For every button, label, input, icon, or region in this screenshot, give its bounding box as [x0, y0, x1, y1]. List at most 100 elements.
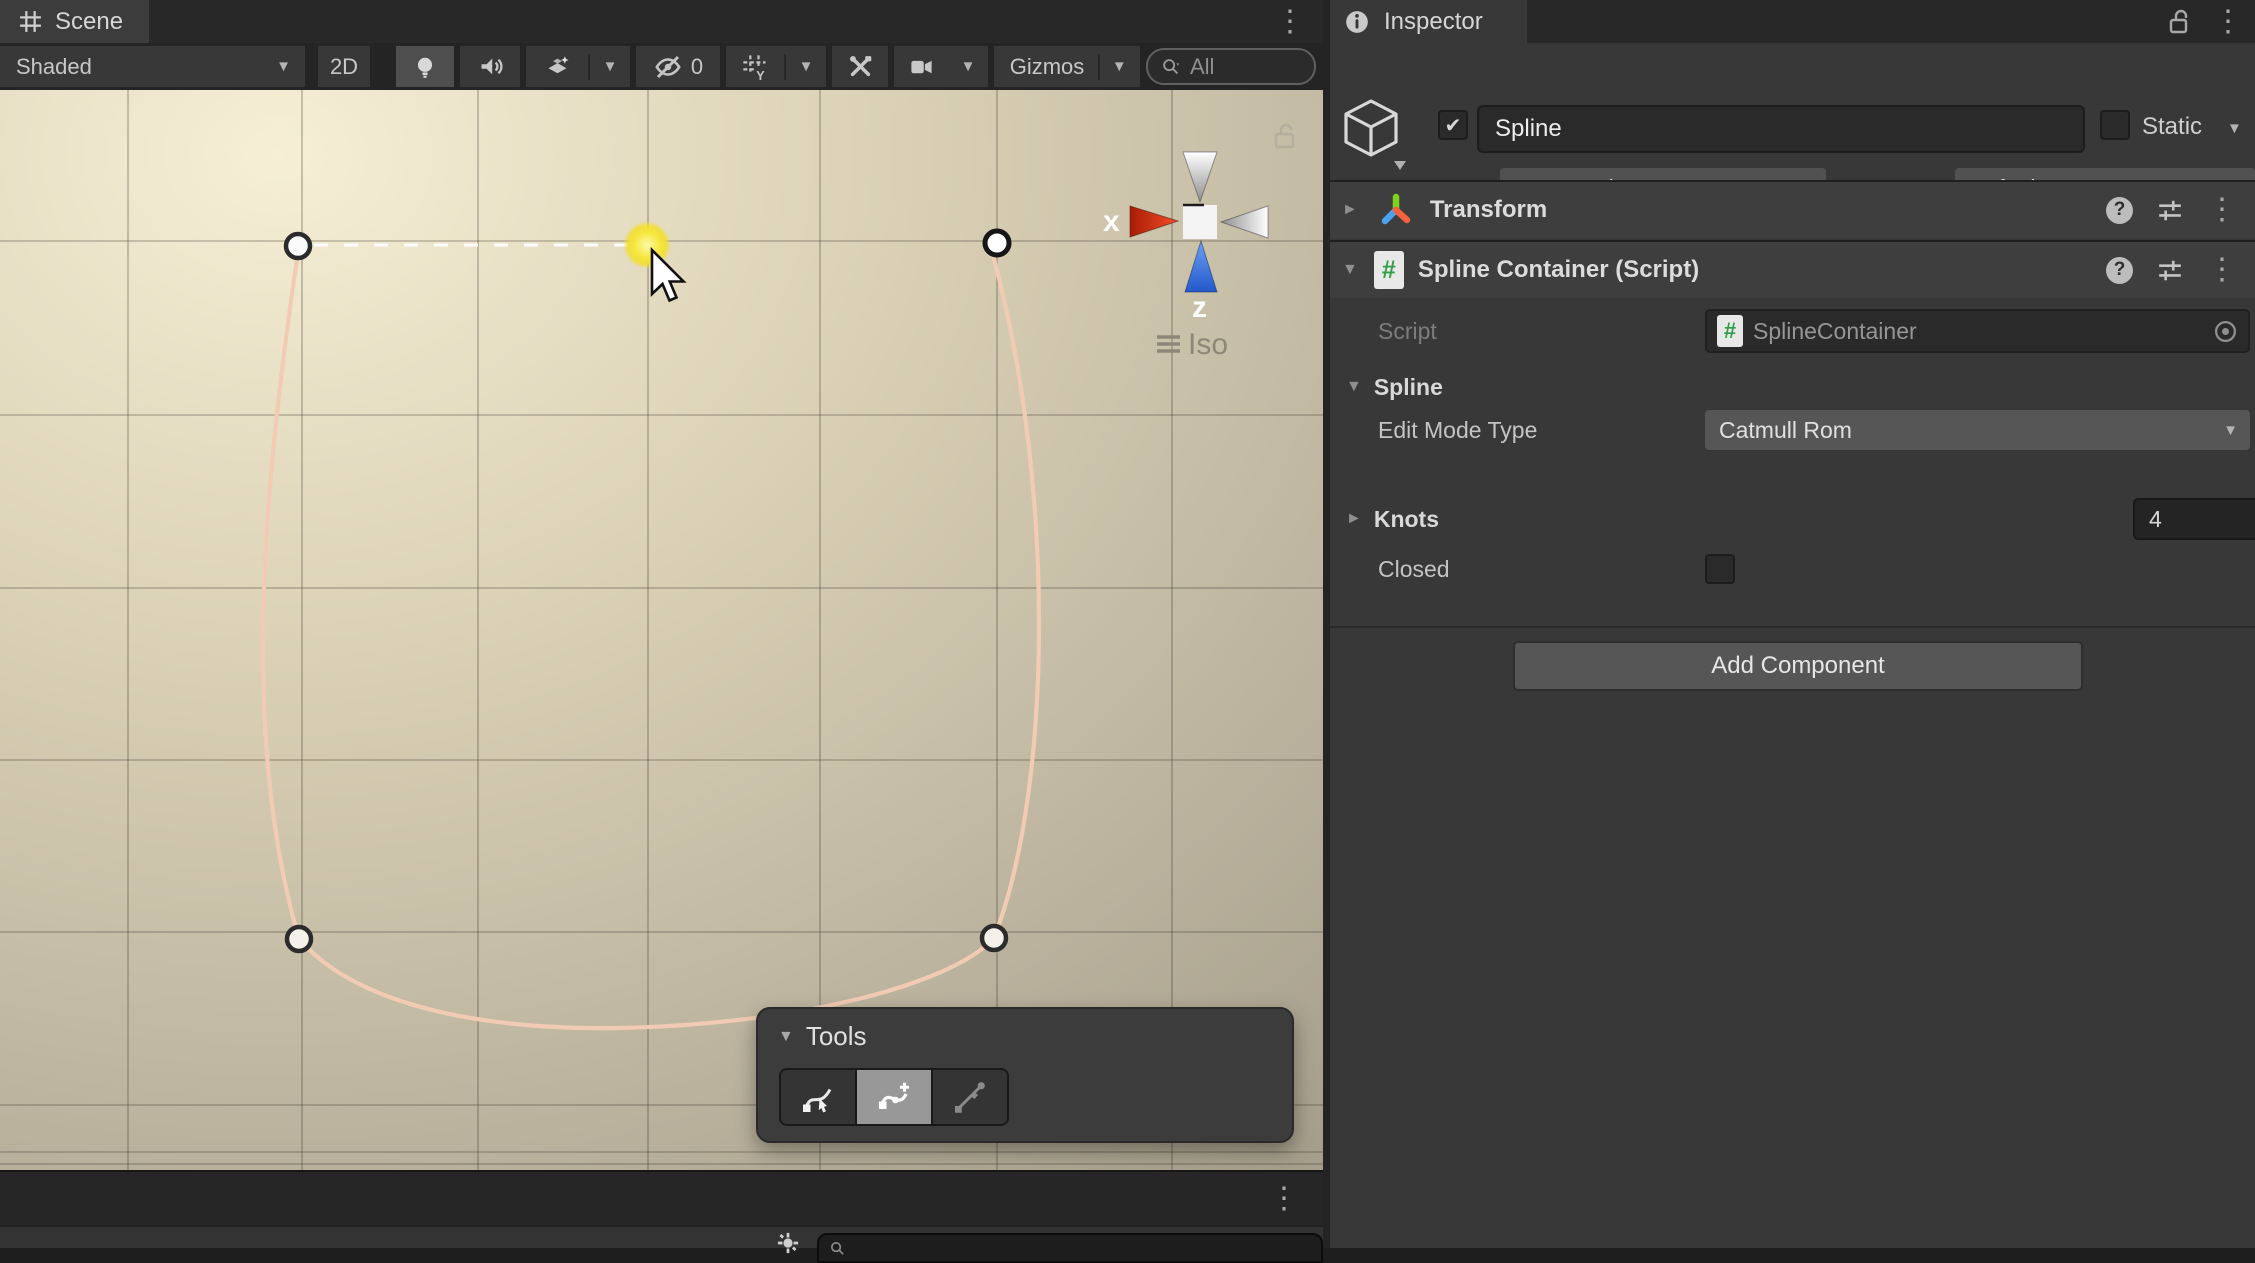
- kebab-menu-icon[interactable]: ⋮: [2213, 7, 2243, 37]
- closed-row: Closed: [1330, 549, 2255, 589]
- tangent-tool-icon: [952, 1079, 988, 1115]
- foldout-triangle[interactable]: ►: [1346, 511, 1362, 527]
- cube-icon[interactable]: [1338, 95, 1408, 175]
- edit-mode-label: Edit Mode Type: [1378, 417, 1537, 444]
- closed-checkbox[interactable]: [1705, 554, 1735, 584]
- grid-icon: [18, 9, 43, 34]
- foldout-triangle[interactable]: ▼: [1346, 379, 1362, 395]
- knots-count-field[interactable]: 4: [2133, 498, 2255, 540]
- script-row: Script # SplineContainer: [1330, 306, 2255, 356]
- transform-component-header[interactable]: ► Transform ? ⋮: [1330, 180, 2255, 238]
- svg-text:Y: Y: [756, 67, 765, 80]
- help-icon[interactable]: ?: [2106, 257, 2133, 284]
- preset-icon[interactable]: [2157, 257, 2183, 283]
- spline-knot[interactable]: [985, 231, 1009, 255]
- kebab-menu-icon[interactable]: ⋮: [1275, 7, 1305, 37]
- inspector-tab-bar: Inspector ⋮: [1330, 0, 2255, 43]
- gizmos-label: Gizmos: [996, 54, 1099, 80]
- spline-container-component-header[interactable]: ▼ # Spline Container (Script) ? ⋮: [1330, 240, 2255, 298]
- chevron-down-icon: ▼: [961, 59, 976, 74]
- scene-toolbar: Shaded ▼ 2D: [0, 43, 1323, 90]
- gear-icon[interactable]: [777, 1232, 799, 1254]
- section-divider: [1330, 626, 2255, 628]
- object-picker-icon[interactable]: [2213, 319, 2238, 344]
- scene-tab-label: Scene: [55, 8, 123, 36]
- grid-snap-dropdown-button[interactable]: Y ▼: [726, 46, 826, 87]
- inspector-panel: Inspector ⋮ Static ▼ Tag Untagged ▼ Laye…: [1330, 0, 2255, 1248]
- gameobject-name-input[interactable]: [1477, 105, 2085, 153]
- lighting-toggle-button[interactable]: [396, 46, 454, 87]
- search-icon: [1160, 56, 1182, 78]
- kebab-menu-icon[interactable]: ⋮: [1269, 1184, 1299, 1214]
- edit-mode-value: Catmull Rom: [1719, 417, 1852, 444]
- spline-knot[interactable]: [287, 927, 311, 951]
- panel-divider[interactable]: [1323, 0, 1330, 1248]
- shading-mode-dropdown[interactable]: Shaded ▼: [0, 46, 305, 87]
- chevron-down-icon: ▼: [603, 59, 618, 74]
- knot-move-tool-icon: [800, 1079, 836, 1115]
- bulb-icon: [412, 54, 438, 80]
- spline-foldout-row[interactable]: ▼ Spline: [1330, 368, 2255, 406]
- bottom-panel-toolbar: [0, 1225, 1323, 1248]
- spline-foldout-label: Spline: [1374, 374, 1443, 401]
- script-label: Script: [1378, 318, 1437, 345]
- 2d-label: 2D: [330, 54, 358, 80]
- tab-inspector[interactable]: Inspector: [1330, 0, 1527, 43]
- tab-scene[interactable]: Scene: [0, 0, 149, 43]
- foldout-triangle[interactable]: ►: [1342, 202, 1358, 218]
- editor-tools-button[interactable]: [832, 46, 888, 87]
- edit-mode-dropdown[interactable]: Catmull Rom ▼: [1705, 410, 2250, 450]
- info-icon: [1344, 9, 1370, 35]
- spline-toolstrip: [779, 1068, 1009, 1126]
- wrench-hammer-icon: [847, 53, 874, 80]
- edit-mode-row: Edit Mode Type Catmull Rom ▼: [1330, 407, 2255, 453]
- add-knot-tool-icon: [876, 1079, 912, 1115]
- gizmo-projection-label[interactable]: Iso: [1188, 328, 1228, 361]
- active-checkbox[interactable]: [1438, 110, 1468, 140]
- camera-icon: [908, 53, 935, 80]
- spline-knot[interactable]: [982, 926, 1006, 950]
- chevron-down-icon[interactable]: ▼: [2227, 121, 2242, 136]
- gameobject-header: Static ▼ Tag Untagged ▼ Layer Default ▼: [1330, 43, 2255, 180]
- closed-label: Closed: [1378, 556, 1450, 583]
- grid-snap-icon: Y: [741, 53, 769, 81]
- script-value: SplineContainer: [1753, 318, 1917, 345]
- scene-tab-bar: Scene ⋮: [0, 0, 1323, 43]
- scene-view-panel: Scene ⋮ Shaded ▼ 2D: [0, 0, 1323, 1248]
- lock-icon[interactable]: [2167, 8, 2191, 36]
- search-icon: [829, 1240, 846, 1257]
- transform-icon: [1376, 190, 1416, 230]
- script-icon: #: [1374, 251, 1404, 289]
- script-icon: #: [1717, 315, 1743, 347]
- spline-knot[interactable]: [286, 234, 310, 258]
- camera-dropdown-button[interactable]: ▼: [894, 46, 988, 87]
- add-component-button[interactable]: Add Component: [1513, 641, 2083, 691]
- gizmo-center-cube[interactable]: [1183, 205, 1217, 239]
- tools-overlay-title: Tools: [806, 1021, 867, 1052]
- kebab-menu-icon[interactable]: ⋮: [2207, 195, 2237, 225]
- spline-container-title: Spline Container (Script): [1418, 256, 1699, 284]
- tools-overlay-panel: ▼ Tools: [756, 1007, 1294, 1143]
- hidden-objects-button[interactable]: 0: [636, 46, 720, 87]
- preset-icon[interactable]: [2157, 197, 2183, 223]
- gizmos-dropdown-button[interactable]: Gizmos ▼: [994, 46, 1140, 87]
- knot-move-tool-button[interactable]: [781, 1070, 857, 1124]
- add-knot-tool-button[interactable]: [857, 1070, 933, 1124]
- tangent-tool-button[interactable]: [933, 1070, 1007, 1124]
- knots-label: Knots: [1374, 506, 1439, 533]
- audio-toggle-button[interactable]: [460, 46, 520, 87]
- foldout-triangle[interactable]: ▼: [778, 1029, 794, 1045]
- script-object-field[interactable]: # SplineContainer: [1705, 309, 2250, 353]
- static-checkbox[interactable]: [2100, 110, 2130, 140]
- help-icon[interactable]: ?: [2106, 197, 2133, 224]
- static-label: Static: [2142, 113, 2202, 141]
- 2d-toggle-button[interactable]: 2D: [318, 46, 370, 87]
- effects-dropdown-button[interactable]: ▼: [526, 46, 630, 87]
- bottom-search-input[interactable]: [817, 1233, 1323, 1263]
- foldout-triangle[interactable]: ▼: [1342, 262, 1358, 278]
- eye-slash-icon: [653, 52, 683, 82]
- scene-search-input[interactable]: All: [1146, 48, 1316, 85]
- search-placeholder-text: All: [1190, 54, 1214, 80]
- kebab-menu-icon[interactable]: ⋮: [2207, 255, 2237, 285]
- chevron-down-icon: ▼: [2223, 423, 2238, 438]
